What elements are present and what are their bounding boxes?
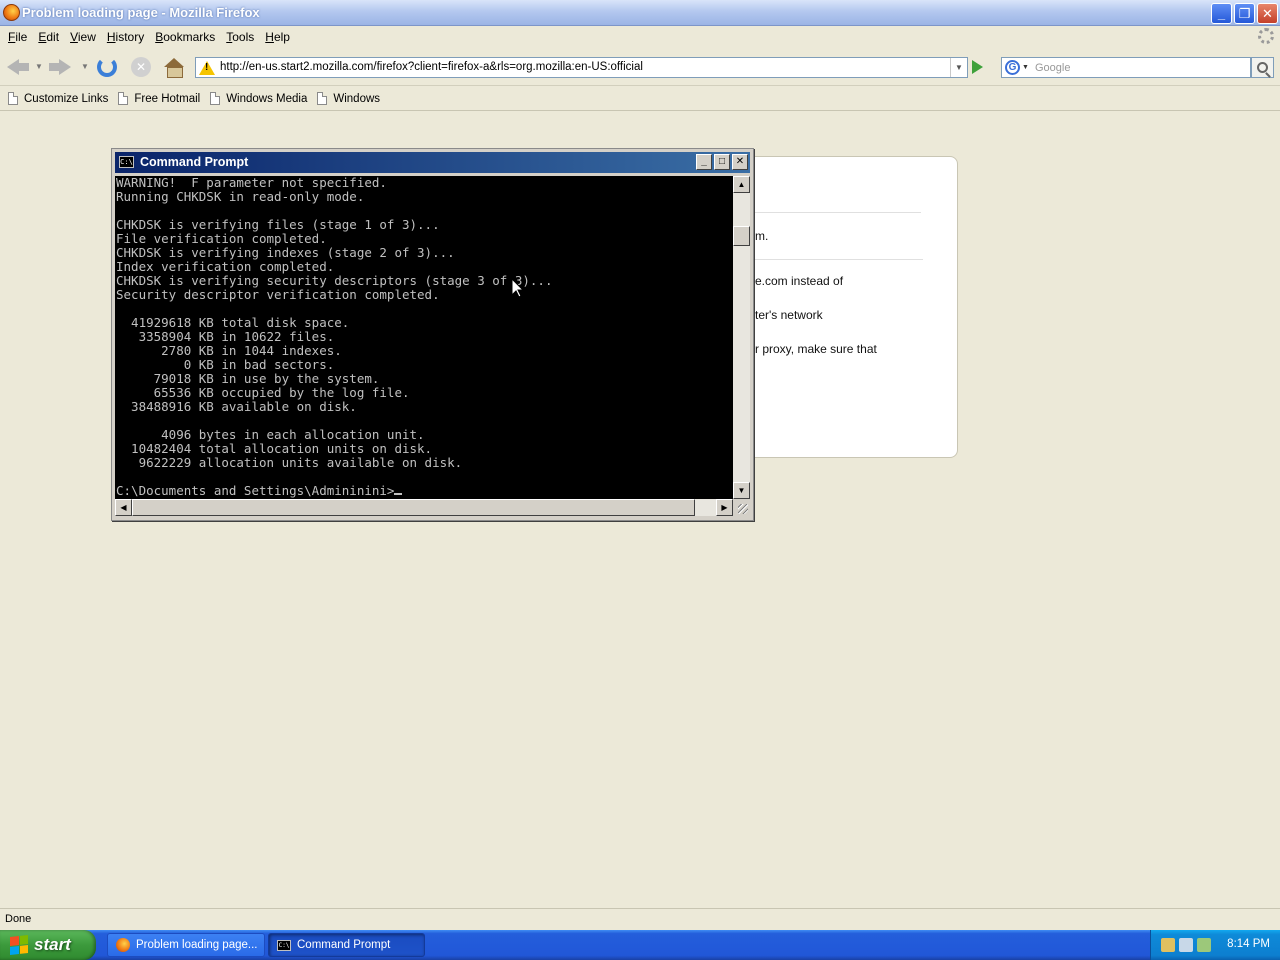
window-controls: _ ❐ ✕ <box>1211 3 1278 24</box>
menu-file[interactable]: File <box>4 28 34 46</box>
cmd-window-controls: _ □ ✕ <box>696 154 748 170</box>
bookmarks-toolbar: Customize Links Free Hotmail Windows Med… <box>0 87 1280 111</box>
chevron-down-icon: ▼ <box>1022 64 1029 71</box>
menu-help[interactable]: Help <box>261 28 297 46</box>
text-cursor <box>394 493 403 495</box>
console-output[interactable]: WARNING! F parameter not specified. Runn… <box>115 176 733 499</box>
stop-icon: ✕ <box>131 57 151 77</box>
task-label: Command Prompt <box>297 939 391 951</box>
cmd-maximize-button[interactable]: □ <box>714 154 730 170</box>
menu-view[interactable]: View <box>66 28 103 46</box>
bookmark-free-hotmail[interactable]: Free Hotmail <box>118 92 200 105</box>
task-label: Problem loading page... <box>136 939 258 951</box>
scroll-thumb[interactable] <box>733 226 750 246</box>
home-button[interactable] <box>162 56 186 78</box>
home-icon <box>164 58 184 78</box>
scroll-down-button[interactable]: ▼ <box>733 482 750 499</box>
safely-remove-hardware-icon[interactable] <box>1179 938 1193 952</box>
bookmark-label: Windows Media <box>226 92 308 105</box>
search-button[interactable] <box>1251 57 1274 78</box>
close-button[interactable]: ✕ <box>1257 3 1278 24</box>
scroll-right-button[interactable]: ▶ <box>716 499 733 516</box>
forward-history-dropdown[interactable]: ▼ <box>81 62 89 71</box>
stop-button[interactable]: ✕ <box>129 56 153 78</box>
reload-button[interactable] <box>95 56 119 78</box>
firefox-icon <box>116 938 130 952</box>
menu-bookmarks[interactable]: Bookmarks <box>151 28 222 46</box>
scroll-left-button[interactable]: ◀ <box>115 499 132 516</box>
start-label: start <box>34 935 71 954</box>
vertical-scrollbar[interactable]: ▲ ▼ <box>733 176 750 499</box>
menubar: File Edit View History Bookmarks Tools H… <box>0 26 1280 48</box>
menu-edit[interactable]: Edit <box>34 28 66 46</box>
back-arrow-icon <box>7 58 29 76</box>
menu-tools[interactable]: Tools <box>222 28 261 46</box>
page-icon <box>118 92 129 105</box>
bookmark-customize-links[interactable]: Customize Links <box>8 92 108 105</box>
bookmark-windows[interactable]: Windows <box>317 92 380 105</box>
error-text: e.com instead of <box>755 274 844 288</box>
firefox-icon <box>3 4 20 21</box>
console-text: WARNING! F parameter not specified. Runn… <box>116 176 553 498</box>
taskbar-item-firefox[interactable]: Problem loading page... <box>107 933 265 957</box>
firefox-titlebar: Problem loading page - Mozilla Firefox _… <box>0 0 1280 26</box>
cmd-minimize-button[interactable]: _ <box>696 154 712 170</box>
taskbar-item-command-prompt[interactable]: C:\ Command Prompt <box>268 933 425 957</box>
status-bar: Done <box>0 908 1280 930</box>
console-icon: C:\ <box>119 156 134 168</box>
forward-button[interactable] <box>48 56 72 78</box>
url-text[interactable]: http://en-us.start2.mozilla.com/firefox?… <box>220 61 643 73</box>
go-button[interactable] <box>972 60 983 74</box>
windows-logo-icon <box>10 935 28 955</box>
window-title: Problem loading page - Mozilla Firefox <box>22 5 260 20</box>
scroll-up-button[interactable]: ▲ <box>733 176 750 193</box>
minimize-button[interactable]: _ <box>1211 3 1232 24</box>
bookmark-label: Free Hotmail <box>134 92 201 105</box>
cmd-title: Command Prompt <box>140 155 249 169</box>
horizontal-scroll-thumb[interactable] <box>132 499 695 516</box>
command-prompt-window[interactable]: C:\ Command Prompt _ □ ✕ WARNING! F para… <box>111 148 754 521</box>
search-input[interactable]: Google <box>1031 57 1251 78</box>
menu-history[interactable]: History <box>103 28 151 46</box>
taskbar: start Problem loading page... C:\ Comman… <box>0 930 1280 960</box>
console-prompt: C:\Documents and Settings\Admininini> <box>116 483 395 498</box>
divider <box>755 212 921 213</box>
system-tray: 8:14 PM <box>1150 930 1280 960</box>
google-icon: G <box>1005 60 1020 75</box>
error-text: r proxy, make sure that <box>755 342 877 356</box>
bookmark-label: Windows <box>333 92 381 105</box>
restore-button[interactable]: ❐ <box>1234 3 1255 24</box>
throbber-icon <box>1258 28 1274 44</box>
search-engine-selector[interactable]: G ▼ <box>1001 57 1032 78</box>
console-icon: C:\ <box>277 939 291 951</box>
bookmark-label: Customize Links <box>24 92 109 105</box>
page-icon <box>317 92 328 105</box>
start-button[interactable]: start <box>0 930 96 960</box>
clock: 8:14 PM <box>1227 938 1270 950</box>
cmd-titlebar[interactable]: C:\ Command Prompt _ □ ✕ <box>115 152 750 173</box>
error-text: ter's network <box>755 308 823 322</box>
horizontal-scrollbar[interactable]: ◀ ▶ <box>115 499 733 516</box>
reload-icon <box>97 57 117 77</box>
resize-grip-icon[interactable] <box>733 499 750 516</box>
network-icon[interactable] <box>1161 938 1175 952</box>
bookmark-windows-media[interactable]: Windows Media <box>210 92 307 105</box>
security-center-icon[interactable] <box>1197 938 1211 952</box>
search-icon <box>1257 62 1268 73</box>
cmd-close-button[interactable]: ✕ <box>732 154 748 170</box>
page-icon <box>210 92 221 105</box>
url-bar[interactable]: ! http://en-us.start2.mozilla.com/firefo… <box>195 57 968 78</box>
back-button[interactable] <box>6 56 30 78</box>
divider <box>755 259 923 260</box>
error-text: m. <box>755 229 769 243</box>
url-dropdown-button[interactable]: ▼ <box>950 58 967 77</box>
page-icon <box>8 92 18 105</box>
warning-icon: ! <box>199 60 215 75</box>
forward-arrow-icon <box>49 58 71 76</box>
back-history-dropdown[interactable]: ▼ <box>35 62 43 71</box>
